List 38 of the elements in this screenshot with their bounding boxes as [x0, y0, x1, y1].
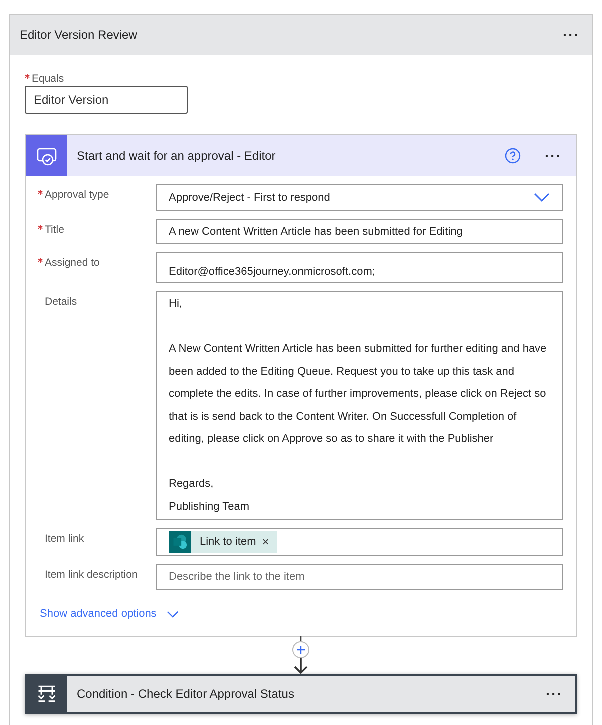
- paragraph: Regards, Publishing Team: [169, 477, 251, 514]
- field-label: Title: [45, 224, 64, 236]
- paragraph: Hi,: [169, 297, 184, 312]
- more-button[interactable]: ···: [544, 686, 565, 702]
- dropdown-field[interactable]: Approve/Reject - First to respond: [156, 184, 563, 211]
- action-title: Start and wait for an approval - Editor: [77, 148, 277, 162]
- token-field[interactable]: Link to item ×: [156, 528, 563, 556]
- field-label: Details: [45, 296, 78, 308]
- input-field[interactable]: Describe the link to the item: [156, 564, 563, 590]
- field-label: Equals: [32, 73, 64, 85]
- condition-title: Condition - Check Editor Approval Status: [77, 687, 296, 701]
- required-icon: [38, 225, 43, 230]
- field-label: Item link: [45, 533, 84, 545]
- field-label: Approval type: [45, 189, 110, 201]
- chevron-down-icon: [534, 192, 550, 202]
- token-label: Link to item: [200, 536, 256, 548]
- scope-title: Editor Version Review: [20, 28, 138, 42]
- condition-card[interactable]: Condition - Check Editor Approval Status ···: [25, 674, 577, 714]
- chevron-down-icon: [166, 610, 179, 618]
- dropdown-value: Approve/Reject - First to respond: [169, 192, 330, 204]
- more-button[interactable]: ···: [543, 148, 564, 164]
- required-icon: [25, 74, 30, 79]
- remove-button[interactable]: ×: [260, 535, 272, 549]
- input-field[interactable]: Editor@office365journey.onmicrosoft.com;: [156, 252, 563, 283]
- paragraph: A New Content Written Article has been submitted for further editing and have been added to the Editing Queue. Request you to take up this task and complete the edits. In case of further improvements, please click on Reject so that is is send back to the Content Writer. On Successfull Completion of editing, please click on Approve so as to share it with the Publisher: [169, 342, 548, 447]
- condition-icon: [27, 676, 67, 712]
- field-label: Item link description: [45, 569, 138, 581]
- show-advanced-link[interactable]: Show advanced options: [38, 608, 181, 620]
- help-icon[interactable]: [505, 148, 521, 164]
- required-icon: [38, 258, 43, 263]
- input-field[interactable]: A new Content Written Article has been submitted for Editing: [156, 219, 563, 244]
- sharepoint-icon: [169, 531, 191, 553]
- text-area[interactable]: [156, 291, 563, 520]
- input-field[interactable]: Editor Version: [25, 86, 188, 114]
- more-button[interactable]: ···: [561, 27, 582, 43]
- field-label: Assigned to: [45, 257, 100, 269]
- approval-icon: [26, 135, 67, 176]
- required-icon: [38, 190, 43, 195]
